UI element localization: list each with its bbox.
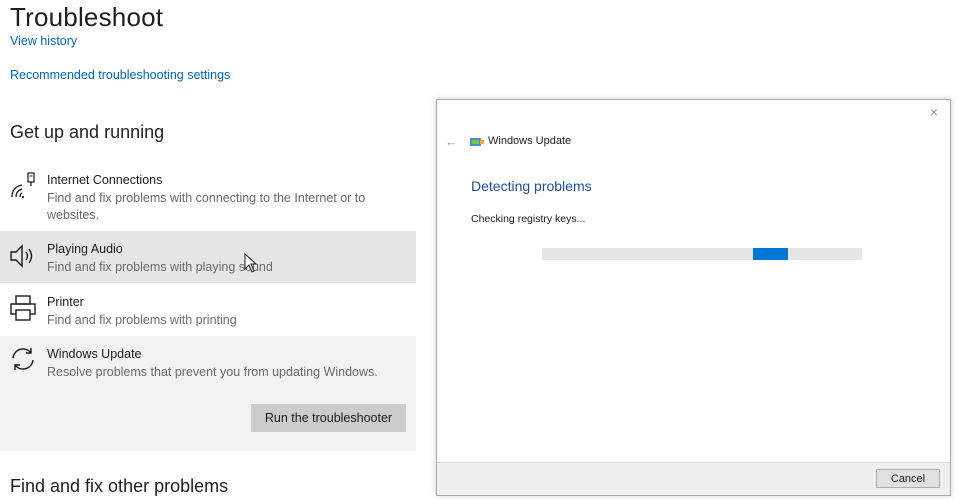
dialog-status-text: Checking registry keys... xyxy=(471,213,586,225)
troubleshooter-title: Internet Connections xyxy=(47,173,163,187)
mouse-cursor-icon xyxy=(244,253,258,273)
wifi-icon xyxy=(11,172,35,199)
progress-bar-segment xyxy=(753,248,788,260)
speaker-icon xyxy=(10,244,33,268)
troubleshooter-internet-connections[interactable]: Internet Connections Find and fix proble… xyxy=(0,168,416,228)
section-title-find-and-fix-other: Find and fix other problems xyxy=(10,476,229,496)
troubleshooter-description: Find and fix problems with connecting to… xyxy=(47,191,366,222)
troubleshooter-title: Windows Update xyxy=(47,347,142,361)
section-title-get-up-and-running: Get up and running xyxy=(10,122,165,142)
troubleshooter-description: Find and fix problems with playing sound xyxy=(47,260,273,274)
run-troubleshooter-button[interactable]: Run the troubleshooter xyxy=(251,404,406,432)
back-arrow-icon[interactable]: ← xyxy=(445,134,458,149)
cancel-button[interactable]: Cancel xyxy=(876,469,940,488)
troubleshooter-dialog: × ← Windows Update Detecting problems Ch… xyxy=(436,99,951,496)
page-title: Troubleshoot xyxy=(10,2,164,32)
refresh-icon xyxy=(12,348,34,370)
view-history-link[interactable]: View history xyxy=(10,34,77,48)
dialog-heading: Detecting problems xyxy=(471,178,592,194)
troubleshooter-description: Find and fix problems with printing xyxy=(47,313,237,327)
troubleshooter-printer[interactable]: Printer Find and fix problems with print… xyxy=(0,283,416,335)
recommended-settings-link[interactable]: Recommended troubleshooting settings xyxy=(10,68,230,82)
troubleshooter-title: Playing Audio xyxy=(47,242,123,256)
troubleshooter-description: Resolve problems that prevent you from u… xyxy=(47,365,378,379)
progress-bar xyxy=(542,248,862,260)
printer-icon xyxy=(10,295,36,321)
troubleshooter-title: Printer xyxy=(47,295,84,309)
dialog-footer: Cancel xyxy=(437,462,950,495)
dialog-app-title: Windows Update xyxy=(488,135,572,147)
troubleshooter-playing-audio[interactable]: Playing Audio Find and fix problems with… xyxy=(0,231,416,283)
windows-update-icon xyxy=(470,138,484,146)
close-icon[interactable]: × xyxy=(926,104,942,120)
troubleshooter-windows-update[interactable]: Windows Update Resolve problems that pre… xyxy=(0,336,416,451)
